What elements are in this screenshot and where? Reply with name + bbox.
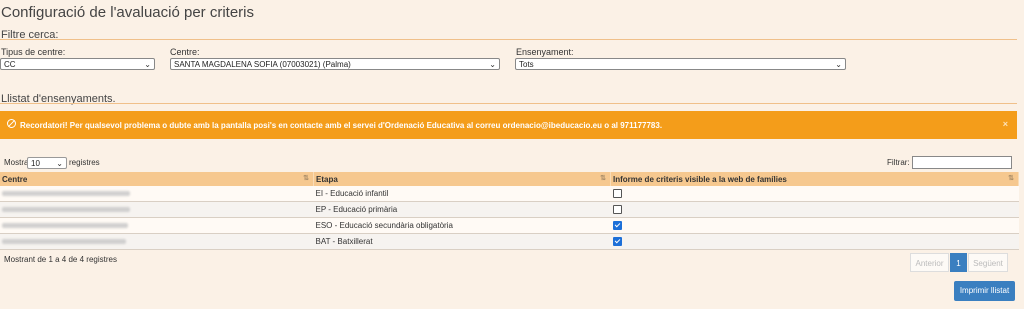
print-list-button[interactable]: Imprimir llistat bbox=[954, 281, 1015, 301]
table-row: EI - Educació infantil bbox=[0, 186, 1019, 202]
show-suffix: registres bbox=[69, 158, 100, 167]
etapa-cell: EI - Educació infantil bbox=[313, 186, 611, 202]
table-row: BAT - Batxillerat bbox=[0, 233, 1019, 250]
teaching-label: Ensenyament: bbox=[516, 47, 574, 57]
sort-asc-icon: ⇅ bbox=[303, 175, 309, 182]
list-divider bbox=[0, 103, 1017, 104]
centre-type-select[interactable]: CC ⌄ bbox=[0, 58, 155, 70]
pagination-previous[interactable]: Anterior bbox=[910, 253, 949, 272]
visible-checkbox[interactable] bbox=[612, 205, 622, 214]
chevron-down-icon: ⌄ bbox=[144, 60, 151, 69]
column-header-etapa[interactable]: Etapa ⇅ bbox=[313, 172, 611, 186]
centre-cell bbox=[0, 186, 314, 202]
chevron-down-icon: ⌄ bbox=[56, 159, 63, 168]
etapa-cell: BAT - Batxillerat bbox=[313, 233, 611, 250]
show-prefix: Mostra bbox=[4, 158, 29, 167]
filter-input[interactable] bbox=[912, 156, 1012, 169]
reminder-alert: Recordatori! Per qualsevol problema o du… bbox=[0, 111, 1017, 139]
ban-icon bbox=[7, 119, 16, 128]
sort-icon: ⇅ bbox=[1008, 175, 1014, 182]
teaching-value: Tots bbox=[519, 60, 534, 69]
visible-cell bbox=[610, 201, 1019, 218]
etapa-cell: EP - Educació primària bbox=[313, 201, 611, 218]
chevron-down-icon: ⌄ bbox=[489, 60, 496, 69]
centre-label: Centre: bbox=[170, 47, 200, 57]
pagination-page-1[interactable]: 1 bbox=[950, 253, 967, 272]
visible-cell bbox=[610, 186, 1019, 202]
centre-cell bbox=[0, 201, 314, 218]
filter-divider bbox=[0, 39, 1017, 40]
centre-type-label: Tipus de centre: bbox=[1, 47, 66, 57]
table-header-row: Centre ⇅ Etapa ⇅ Informe de criteris visib… bbox=[0, 172, 1019, 186]
alert-text: Recordatori! Per qualsevol problema o du… bbox=[20, 121, 663, 130]
visible-checkbox[interactable] bbox=[612, 237, 622, 246]
table-row: EP - Educació primària bbox=[0, 201, 1019, 218]
chevron-down-icon: ⌄ bbox=[835, 60, 842, 69]
teachings-table: Centre ⇅ Etapa ⇅ Informe de criteris visib… bbox=[0, 172, 1019, 250]
column-header-centre[interactable]: Centre ⇅ bbox=[0, 172, 314, 186]
centre-cell bbox=[0, 217, 314, 234]
column-header-visible[interactable]: Informe de criteris visible a la web de … bbox=[610, 172, 1019, 186]
centre-cell bbox=[0, 233, 314, 250]
pagination-next[interactable]: Següent bbox=[968, 253, 1008, 272]
visible-cell bbox=[610, 217, 1019, 234]
page-title: Configuració de l'avaluació per criteris bbox=[1, 4, 254, 21]
centre-value: SANTA MAGDALENA SOFIA (07003021) (Palma) bbox=[174, 60, 351, 69]
page-length-value: 10 bbox=[31, 159, 40, 168]
visible-checkbox[interactable] bbox=[612, 189, 622, 198]
centre-select[interactable]: SANTA MAGDALENA SOFIA (07003021) (Palma)… bbox=[170, 58, 500, 70]
teaching-select[interactable]: Tots ⌄ bbox=[515, 58, 846, 70]
filter-label: Filtrar: bbox=[887, 158, 910, 167]
table-row: ESO - Educació secundària obligatòria bbox=[0, 217, 1019, 234]
visible-checkbox[interactable] bbox=[612, 221, 622, 230]
sort-icon: ⇅ bbox=[600, 175, 606, 182]
visible-cell bbox=[610, 233, 1019, 250]
page-length-select[interactable]: 10 ⌄ bbox=[27, 157, 67, 169]
etapa-cell: ESO - Educació secundària obligatòria bbox=[313, 217, 611, 234]
close-icon[interactable]: × bbox=[1003, 119, 1008, 129]
centre-type-value: CC bbox=[4, 60, 16, 69]
table-info: Mostrant de 1 a 4 de 4 registres bbox=[4, 255, 117, 264]
